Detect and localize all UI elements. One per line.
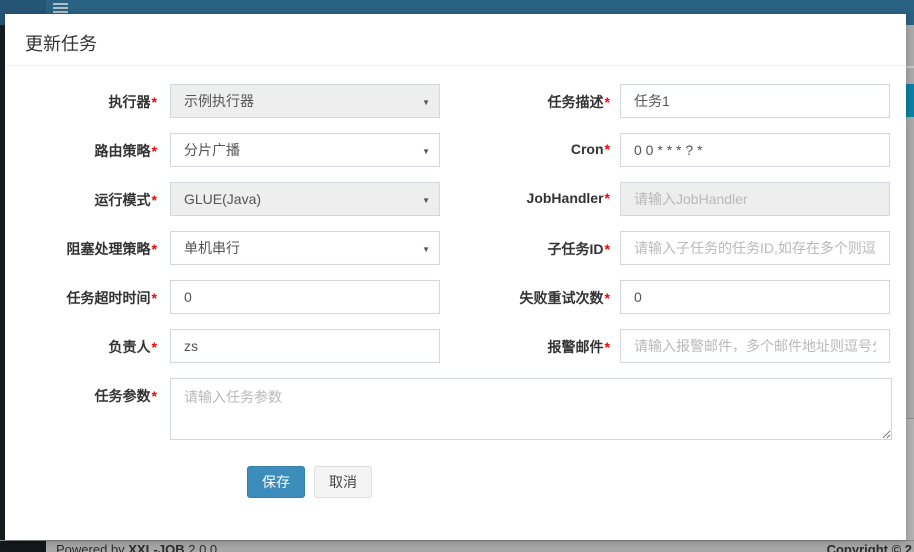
chevron-down-icon: ▼ xyxy=(422,98,430,107)
modal-title: 更新任务 xyxy=(25,30,891,56)
required-asterisk: * xyxy=(152,388,157,404)
powered-by-text: Powered by XXL-JOB 2.0.0 xyxy=(56,542,217,552)
author-label: 负责人* xyxy=(5,329,167,363)
form-row: 任务超时时间* 失败重试次数* xyxy=(5,280,906,314)
required-asterisk: * xyxy=(152,143,157,159)
alarm-email-input[interactable] xyxy=(620,329,890,363)
modal-actions: 保存 取消 xyxy=(247,466,906,498)
page-footer: Powered by XXL-JOB 2.0.0 Copyright © 2 xyxy=(0,540,914,552)
fail-retry-label: 失败重试次数* xyxy=(440,280,610,314)
required-asterisk: * xyxy=(152,339,157,355)
chevron-down-icon: ▼ xyxy=(422,147,430,156)
child-jobid-input[interactable] xyxy=(620,231,890,265)
block-strategy-select[interactable]: 单机串行▼ xyxy=(170,231,440,265)
route-strategy-select[interactable]: 分片广播▼ xyxy=(170,133,440,167)
required-asterisk: * xyxy=(605,190,610,206)
required-asterisk: * xyxy=(605,94,610,110)
job-param-textarea[interactable] xyxy=(170,378,892,440)
form-row: 路由策略* 分片广播▼ Cron* xyxy=(5,133,906,167)
required-asterisk: * xyxy=(605,241,610,257)
executor-label: 执行器* xyxy=(5,84,167,118)
timeout-input[interactable] xyxy=(170,280,440,314)
form-row: 执行器* 示例执行器▼ 任务描述* xyxy=(5,84,906,118)
form-row: 负责人* 报警邮件* xyxy=(5,329,906,363)
modal-header: 更新任务 xyxy=(5,14,906,66)
timeout-label: 任务超时时间* xyxy=(5,280,167,314)
chevron-down-icon: ▼ xyxy=(422,196,430,205)
executor-select[interactable]: 示例执行器▼ xyxy=(170,84,440,118)
chevron-down-icon: ▼ xyxy=(422,245,430,254)
required-asterisk: * xyxy=(605,290,610,306)
form-row: 运行模式* GLUE(Java)▼ JobHandler* xyxy=(5,182,906,216)
update-job-modal: 更新任务 执行器* 示例执行器▼ 任务描述* 路由策略* 分片广播▼ Cron* xyxy=(5,14,906,540)
alarm-email-label: 报警邮件* xyxy=(440,329,610,363)
footer-sidebar-corner xyxy=(0,541,46,552)
form-row: 任务参数* xyxy=(5,378,906,440)
route-strategy-label: 路由策略* xyxy=(5,133,167,167)
modal-body: 执行器* 示例执行器▼ 任务描述* 路由策略* 分片广播▼ Cron* 运行模式… xyxy=(5,66,906,498)
cron-input[interactable] xyxy=(620,133,890,167)
job-param-label: 任务参数* xyxy=(5,378,167,440)
child-jobid-label: 子任务ID* xyxy=(440,231,610,265)
required-asterisk: * xyxy=(605,339,610,355)
required-asterisk: * xyxy=(605,141,610,157)
form-row: 阻塞处理策略* 单机串行▼ 子任务ID* xyxy=(5,231,906,265)
jobhandler-input[interactable] xyxy=(620,182,890,216)
fail-retry-input[interactable] xyxy=(620,280,890,314)
required-asterisk: * xyxy=(152,290,157,306)
job-desc-label: 任务描述* xyxy=(440,84,610,118)
copyright-text: Copyright © 2 xyxy=(827,542,912,552)
cron-label: Cron* xyxy=(440,133,610,167)
save-button[interactable]: 保存 xyxy=(247,466,305,498)
job-desc-input[interactable] xyxy=(620,84,890,118)
glue-type-label: 运行模式* xyxy=(5,182,167,216)
glue-type-select[interactable]: GLUE(Java)▼ xyxy=(170,182,440,216)
required-asterisk: * xyxy=(152,94,157,110)
jobhandler-label: JobHandler* xyxy=(440,182,610,216)
cancel-button[interactable]: 取消 xyxy=(314,466,372,498)
author-input[interactable] xyxy=(170,329,440,363)
required-asterisk: * xyxy=(152,192,157,208)
block-strategy-label: 阻塞处理策略* xyxy=(5,231,167,265)
required-asterisk: * xyxy=(152,241,157,257)
